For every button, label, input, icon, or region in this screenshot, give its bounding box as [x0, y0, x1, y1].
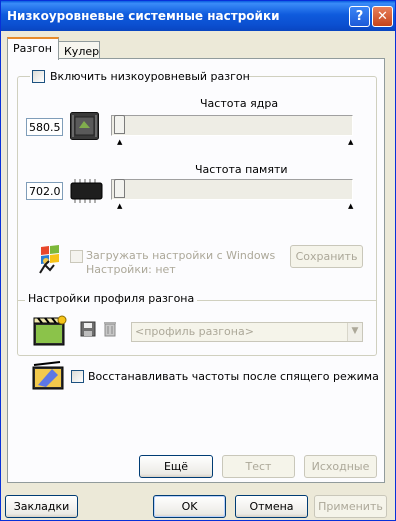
core-clock-slider-track[interactable] — [111, 115, 353, 136]
core-clock-tick-end-icon: ▲ — [348, 138, 354, 146]
gpu-chip-icon — [70, 112, 99, 140]
memory-clock-tick-end-icon: ▲ — [348, 202, 354, 210]
core-clock-label: Частота ядра — [200, 97, 279, 110]
help-button[interactable]: ? — [349, 6, 370, 27]
apply-button[interactable]: Применить — [314, 495, 387, 518]
memory-clock-slider-thumb[interactable] — [114, 179, 125, 198]
close-button[interactable]: ✕ — [372, 6, 393, 27]
memory-clock-slider-track[interactable] — [111, 179, 353, 200]
profile-clapper-icon — [33, 314, 68, 347]
windows-startup-icon — [35, 245, 65, 275]
chevron-down-icon[interactable]: ▼ — [347, 323, 362, 341]
enable-lowlevel-overclock-checkbox[interactable] — [32, 70, 45, 83]
window-title: Низкоуровневые системные настройки — [7, 9, 280, 23]
enable-lowlevel-overclock-label: Включить низкоуровневый разгон — [50, 70, 250, 83]
memory-clock-tick-icon: ▲ — [117, 202, 123, 210]
delete-profile-icon[interactable] — [102, 321, 118, 337]
core-clock-slider-thumb[interactable] — [114, 115, 125, 134]
ok-button[interactable]: OK — [153, 495, 226, 518]
profile-select-value: <профиль разгона> — [135, 325, 254, 338]
restore-sleep-icon — [32, 361, 66, 391]
core-clock-value: 580.5 — [26, 118, 63, 136]
tab-panel-overclock: Включить низкоуровневый разгон Частота я… — [7, 58, 385, 483]
bookmarks-button[interactable]: Закладки — [5, 495, 78, 518]
defaults-button[interactable]: Исходные — [304, 455, 377, 478]
save-button[interactable]: Сохранить — [290, 245, 363, 268]
dialog-window: Низкоуровневые системные настройки ? ✕ Р… — [0, 0, 396, 521]
cancel-button[interactable]: Отмена — [235, 495, 308, 518]
tab-overclock[interactable]: Разгон — [7, 37, 59, 60]
more-button[interactable]: Ещё — [139, 455, 213, 478]
core-clock-tick-icon: ▲ — [117, 138, 123, 146]
load-on-windows-checkbox[interactable] — [70, 250, 83, 263]
memory-clock-value: 702.0 — [26, 182, 63, 200]
profile-group-label: Настройки профиля разгона — [25, 292, 198, 305]
restore-after-sleep-checkbox[interactable] — [71, 370, 84, 383]
profile-select[interactable]: <профиль разгона> ▼ — [131, 322, 363, 342]
title-bar[interactable]: Низкоуровневые системные настройки ? ✕ — [1, 1, 395, 31]
memory-chip-icon — [70, 179, 103, 203]
test-button[interactable]: Тест — [222, 455, 295, 478]
settings-status-label: Настройки: нет — [86, 263, 176, 276]
memory-clock-label: Частота памяти — [195, 163, 288, 176]
load-on-windows-label: Загружать настройки с Windows — [86, 249, 276, 262]
save-profile-icon[interactable] — [80, 321, 96, 337]
restore-after-sleep-label: Восстанавливать частоты после спящего ре… — [88, 370, 379, 383]
